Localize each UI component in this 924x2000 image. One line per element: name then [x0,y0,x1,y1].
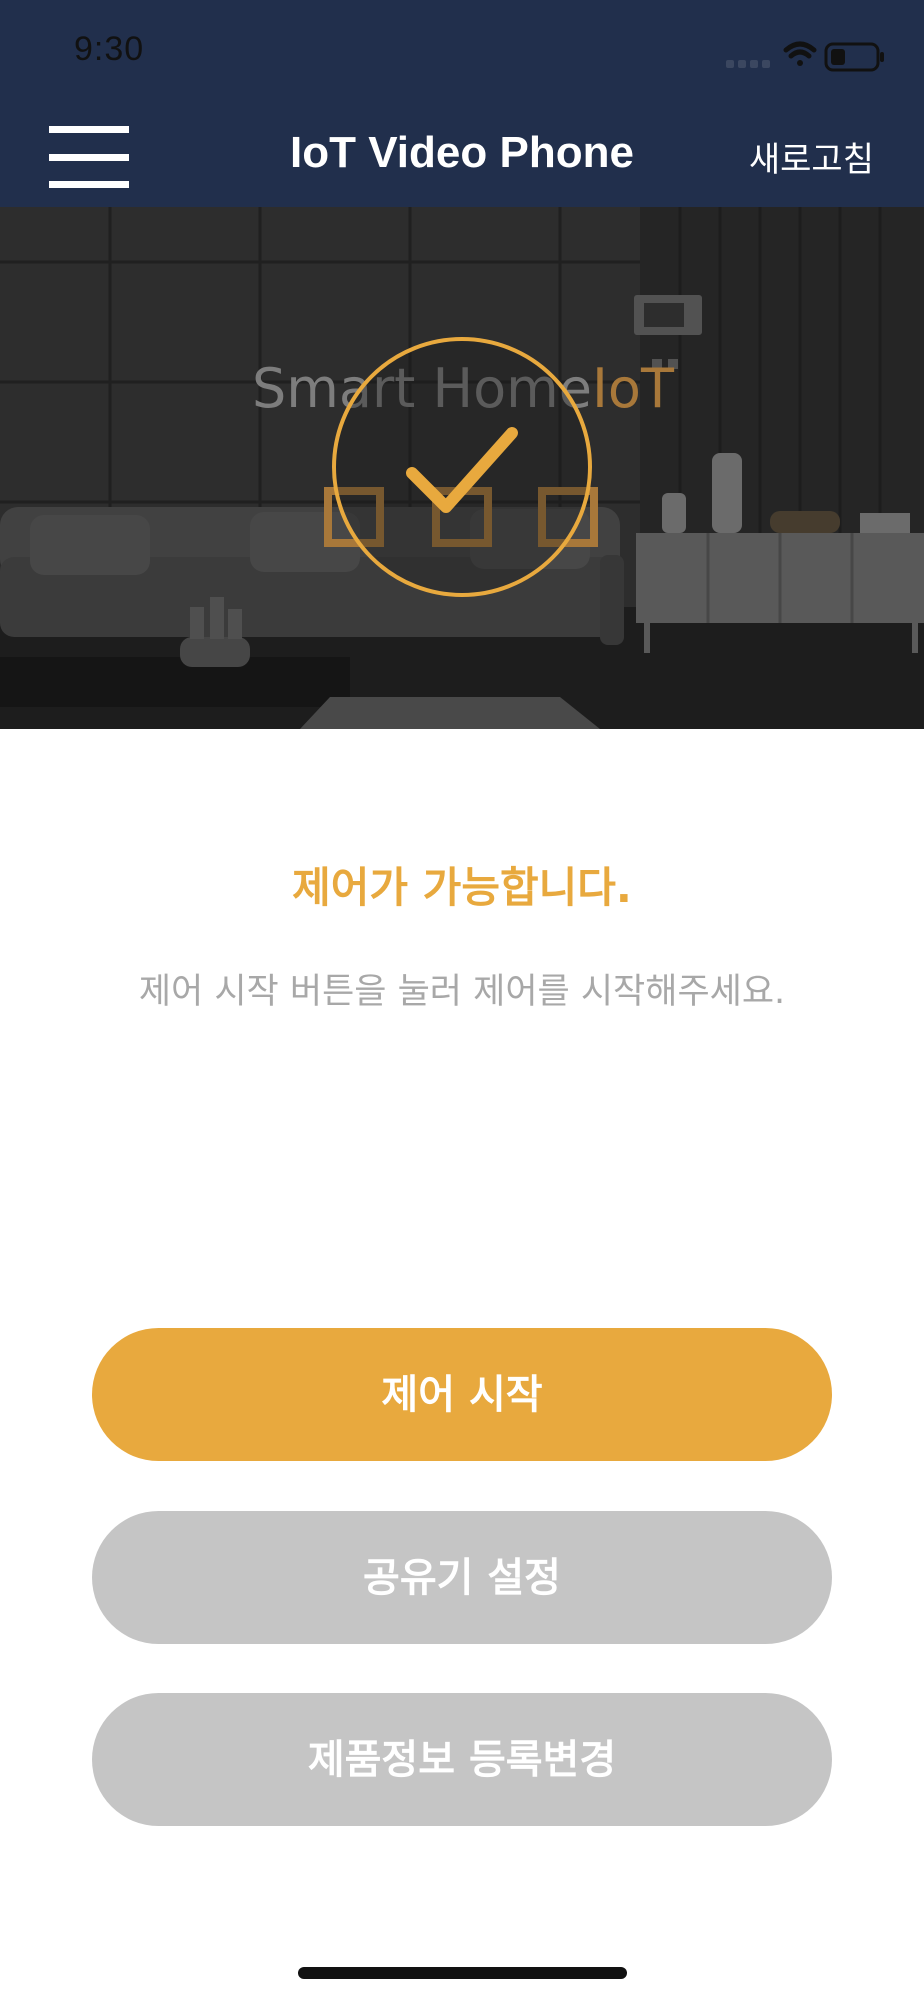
status-heading: 제어가 가능합니다. [292,863,632,912]
battery-icon [824,42,884,72]
status-icons [726,41,884,72]
product-info-button[interactable]: 제품정보 등록변경 [92,1693,832,1826]
home-indicator [298,1967,627,1979]
signal-icon [726,60,770,68]
refresh-button[interactable]: 새로고침 [749,132,874,181]
hero-banner: Smart Home IoT [0,207,924,729]
check-circle-icon [332,337,592,597]
wifi-icon [783,41,817,66]
hamburger-menu-icon[interactable] [49,126,129,188]
status-description: 제어 시작 버튼을 눌러 제어를 시작해주세요. [138,972,786,1012]
menu-bar-bottom [49,181,129,188]
router-setup-button[interactable]: 공유기 설정 [92,1511,832,1644]
menu-bar-middle [49,154,129,161]
app-header: 9:30 IoT Video Phone 새로고침 [0,0,924,207]
start-control-button[interactable]: 제어 시작 [92,1328,832,1461]
page-title: IoT Video Phone [290,128,634,177]
living-room-image: Smart Home IoT [0,207,924,729]
hero-brand-accent: IoT [592,357,675,420]
status-time: 9:30 [74,30,145,68]
menu-bar-top [49,126,129,133]
